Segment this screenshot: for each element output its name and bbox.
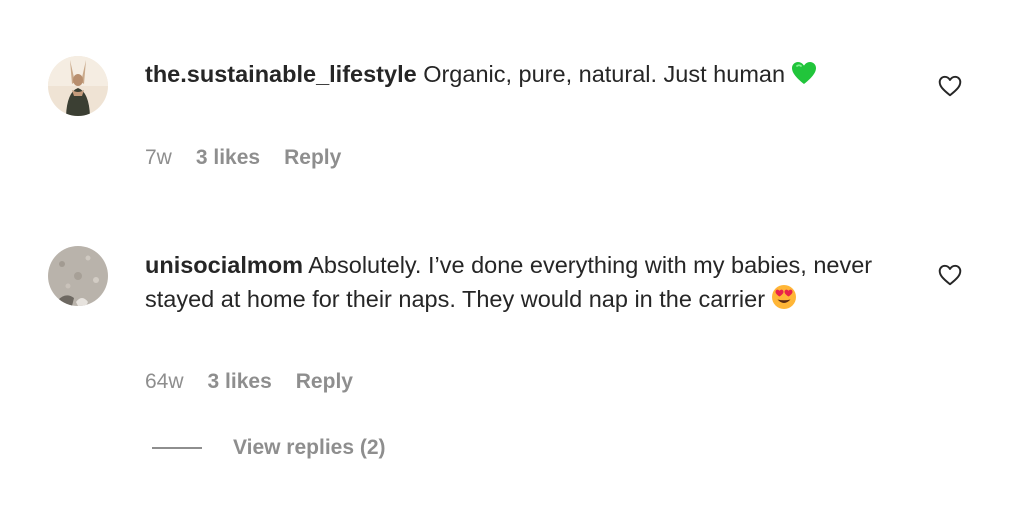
reply-button[interactable]: Reply [284, 144, 341, 172]
comment-likes[interactable]: 3 likes [208, 368, 272, 396]
replies-divider-line [152, 447, 202, 449]
heart-eyes-face-icon [771, 284, 797, 319]
comment-text: Organic, pure, natural. Just human [423, 61, 786, 87]
comment-meta: 7w 3 likes Reply [145, 144, 365, 172]
comment-time: 7w [145, 146, 172, 169]
comment-body: the.sustainable_lifestyle Organic, pure,… [145, 57, 905, 94]
avatar[interactable] [48, 246, 108, 306]
comment-body: unisocialmom Absolutely. I’ve done every… [145, 248, 905, 319]
comment-likes[interactable]: 3 likes [196, 144, 260, 172]
avatar-image [48, 246, 108, 306]
comment-username[interactable]: the.sustainable_lifestyle [145, 61, 417, 87]
view-replies-button[interactable]: View replies (2) [152, 436, 386, 460]
avatar[interactable] [48, 56, 108, 116]
comment-username[interactable]: unisocialmom [145, 252, 303, 278]
avatar-image [48, 56, 108, 116]
comment-meta: 64w 3 likes Reply [145, 368, 377, 396]
reply-button[interactable]: Reply [296, 368, 353, 396]
heart-outline-icon[interactable] [937, 73, 963, 99]
comment-time: 64w [145, 370, 184, 393]
heart-outline-icon[interactable] [937, 262, 963, 288]
green-heart-icon [791, 60, 817, 94]
view-replies-label: View replies (2) [233, 436, 386, 459]
